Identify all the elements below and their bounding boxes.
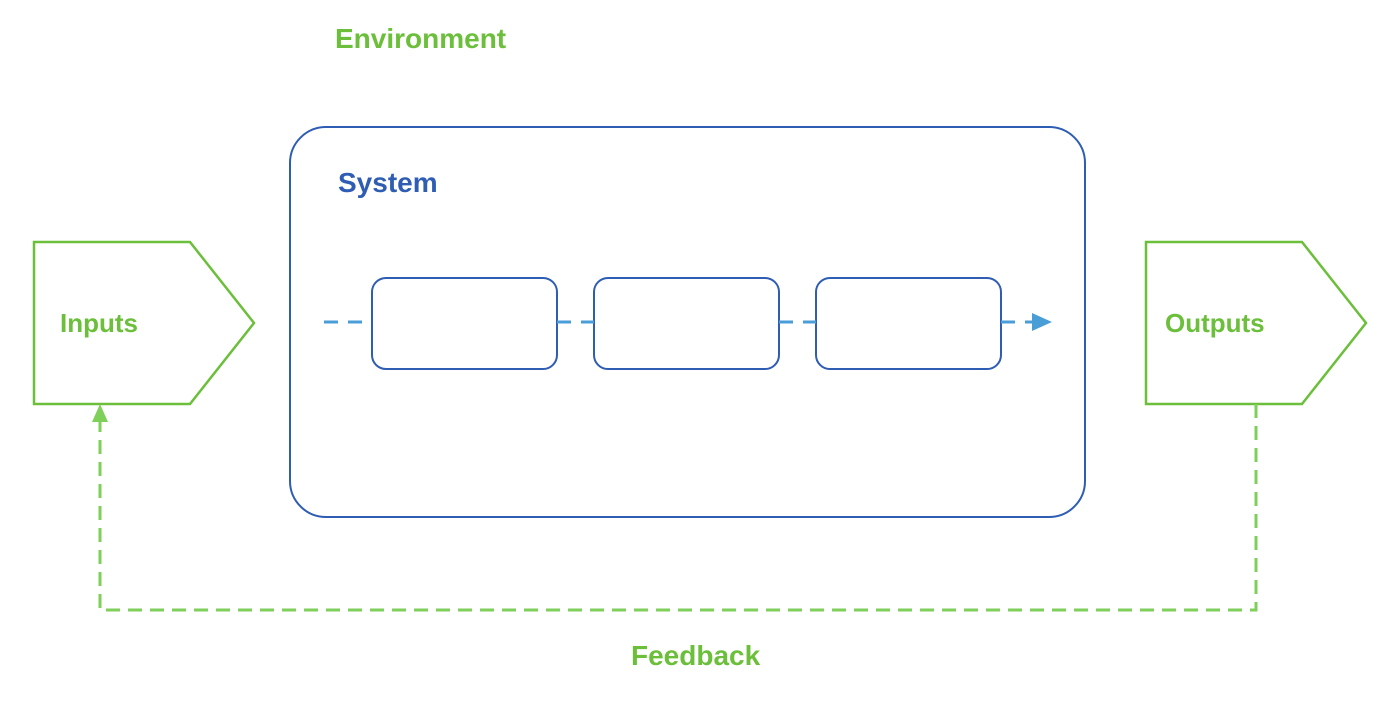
process-box-1: [372, 278, 557, 369]
inputs-label: Inputs: [60, 308, 138, 339]
flow-arrowhead-icon: [1032, 313, 1052, 331]
outputs-label: Outputs: [1165, 308, 1265, 339]
diagram-canvas: [0, 0, 1400, 702]
process-box-3: [816, 278, 1001, 369]
system-label: System: [338, 167, 438, 199]
feedback-label: Feedback: [631, 640, 760, 672]
environment-label: Environment: [335, 23, 506, 55]
feedback-path: [100, 404, 1256, 610]
feedback-arrowhead-icon: [92, 404, 108, 422]
process-box-2: [594, 278, 779, 369]
